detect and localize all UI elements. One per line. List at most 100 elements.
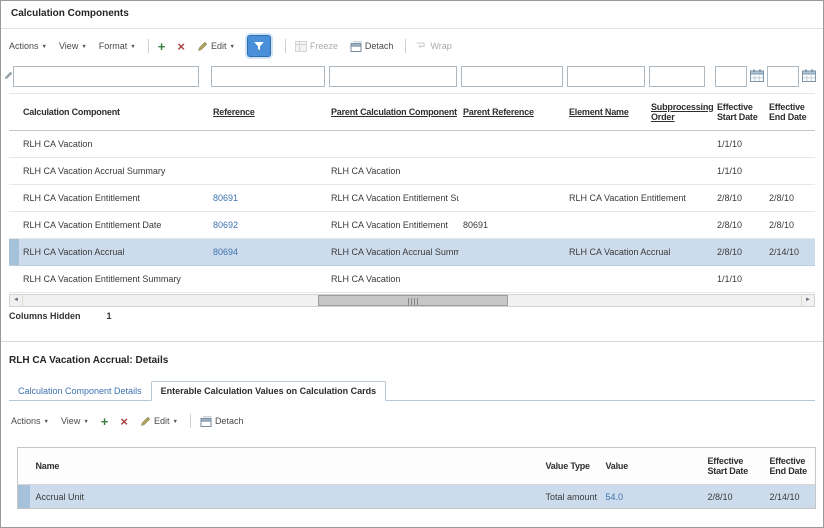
chevron-down-icon: ▼: [229, 44, 235, 50]
toolbar-separator: [189, 414, 191, 428]
col-header-effective-end-date[interactable]: Effective End Date: [765, 93, 815, 131]
enterable-calculation-values-table: Name Value Type Value Effective Start Da…: [17, 447, 816, 509]
col-header-effective-start-date[interactable]: Effective Start Date: [713, 93, 765, 131]
section-separator: [1, 341, 823, 342]
row-header-column: [17, 447, 30, 485]
col-header-reference[interactable]: Reference: [209, 93, 327, 131]
col-header-effective-end-date[interactable]: Effective End Date: [763, 447, 816, 485]
title-separator: [1, 28, 823, 29]
details-detach-button[interactable]: Detach: [200, 415, 243, 427]
calculation-components-page: Calculation Components Actions ▼ View ▼ …: [0, 0, 824, 528]
details-tabs: Calculation Component Details Enterable …: [9, 377, 815, 401]
detach-icon: [200, 415, 212, 427]
actions-menu[interactable]: Actions ▼: [9, 41, 47, 51]
row-selector[interactable]: [9, 265, 19, 293]
add-icon[interactable]: +: [158, 40, 166, 53]
chevron-down-icon: ▼: [43, 419, 49, 425]
columns-hidden-label: Columns Hidden: [9, 311, 81, 321]
row-selector[interactable]: [9, 211, 19, 239]
toolbar-separator: [147, 39, 149, 53]
chevron-down-icon: ▼: [172, 419, 178, 425]
scrollbar-thumb[interactable]: [318, 295, 508, 306]
components-toolbar: Actions ▼ View ▼ Format ▼ + × Edit ▼ Fre…: [9, 34, 464, 58]
details-view-menu[interactable]: View ▼: [61, 416, 89, 426]
page-title: Calculation Components: [11, 8, 129, 19]
col-header-parent-calculation-component[interactable]: Parent Calculation Component: [327, 93, 459, 131]
col-header-subprocessing-order[interactable]: Subprocessing Order: [647, 93, 713, 131]
freeze-button: Freeze: [294, 40, 338, 52]
add-icon[interactable]: +: [101, 415, 109, 428]
calendar-icon[interactable]: [801, 69, 817, 84]
row-header-column: [9, 93, 19, 131]
toolbar-separator: [284, 39, 286, 53]
row-selector[interactable]: [9, 130, 19, 158]
filter-effective-end-date-input[interactable]: [767, 66, 799, 87]
chevron-down-icon: ▼: [81, 44, 87, 50]
tab-calculation-component-details[interactable]: Calculation Component Details: [9, 382, 151, 400]
col-header-effective-start-date[interactable]: Effective Start Date: [701, 447, 764, 485]
value-link[interactable]: 54.0: [606, 492, 624, 502]
chevron-down-icon: ▼: [41, 44, 47, 50]
header-row: Name Value Type Value Effective Start Da…: [17, 447, 816, 485]
detach-button[interactable]: Detach: [350, 40, 393, 52]
table-row[interactable]: RLH CA Vacation Accrual Summary RLH CA V…: [9, 157, 815, 185]
col-header-parent-reference[interactable]: Parent Reference: [459, 93, 565, 131]
row-selector[interactable]: [9, 157, 19, 185]
calculation-components-table: Calculation Component Reference Parent C…: [9, 93, 815, 293]
chevron-down-icon: ▼: [83, 419, 89, 425]
edit-menu[interactable]: Edit ▼: [197, 41, 235, 52]
pencil-icon: [198, 41, 208, 51]
wrap-icon: [416, 42, 425, 49]
table-row[interactable]: RLH CA Vacation Entitlement Date 80692 R…: [9, 211, 815, 239]
reference-link[interactable]: 80691: [213, 193, 238, 203]
col-header-name[interactable]: Name: [29, 447, 540, 485]
delete-icon[interactable]: ×: [120, 415, 128, 428]
filter-effective-start-date-input[interactable]: [715, 66, 747, 87]
qbe-pencil-icon: [5, 71, 13, 79]
reference-link[interactable]: 80694: [213, 247, 238, 257]
filter-calculation-component-input[interactable]: [13, 66, 199, 87]
scrollbar-track[interactable]: [22, 295, 802, 306]
calendar-icon[interactable]: [749, 69, 765, 84]
scroll-right-icon[interactable]: ►: [802, 295, 814, 306]
filter-parent-reference-input[interactable]: [461, 66, 563, 87]
details-title: RLH CA Vacation Accrual: Details: [9, 355, 169, 366]
format-menu[interactable]: Format ▼: [99, 41, 136, 51]
header-row: Calculation Component Reference Parent C…: [9, 93, 815, 131]
delete-icon[interactable]: ×: [177, 40, 185, 53]
reference-link[interactable]: 80692: [213, 220, 238, 230]
freeze-icon: [294, 40, 307, 52]
columns-hidden-count: 1: [106, 311, 112, 321]
detach-icon: [350, 40, 362, 52]
filter-reference-input[interactable]: [211, 66, 325, 87]
table-row-selected[interactable]: Accrual Unit Total amount 54.0 2/8/10 2/…: [17, 484, 816, 509]
details-edit-menu[interactable]: Edit ▼: [140, 416, 178, 427]
details-actions-menu[interactable]: Actions ▼: [11, 416, 49, 426]
filter-parent-calculation-component-input[interactable]: [329, 66, 457, 87]
view-menu[interactable]: View ▼: [59, 41, 87, 51]
table-row-selected[interactable]: RLH CA Vacation Accrual 80694 RLH CA Vac…: [9, 238, 815, 266]
filter-element-name-input[interactable]: [567, 66, 645, 87]
chevron-down-icon: ▼: [130, 44, 136, 50]
col-header-calculation-component[interactable]: Calculation Component: [19, 93, 209, 131]
filter-icon: [254, 42, 264, 51]
col-header-element-name[interactable]: Element Name: [565, 93, 647, 131]
columns-hidden-status: Columns Hidden 1: [9, 311, 112, 321]
row-selector[interactable]: [9, 238, 19, 266]
row-selector[interactable]: [17, 484, 30, 509]
table-row[interactable]: RLH CA Vacation Entitlement Summary RLH …: [9, 265, 815, 293]
row-selector[interactable]: [9, 184, 19, 212]
scroll-left-icon[interactable]: ◄: [10, 295, 22, 306]
table-row[interactable]: RLH CA Vacation Entitlement 80691 RLH CA…: [9, 184, 815, 212]
wrap-button: Wrap: [415, 41, 452, 51]
details-toolbar: Actions ▼ View ▼ + × Edit ▼ Detach: [11, 409, 255, 433]
horizontal-scrollbar[interactable]: ◄ ►: [9, 294, 815, 307]
filter-subprocessing-order-input[interactable]: [649, 66, 705, 87]
col-header-value[interactable]: Value: [599, 447, 702, 485]
toolbar-separator: [405, 39, 407, 53]
query-by-example-button[interactable]: [246, 35, 271, 57]
table-row[interactable]: RLH CA Vacation 1/1/10: [9, 130, 815, 158]
pencil-icon: [141, 416, 151, 426]
tab-enterable-calculation-values[interactable]: Enterable Calculation Values on Calculat…: [150, 381, 387, 401]
col-header-value-type[interactable]: Value Type: [539, 447, 600, 485]
